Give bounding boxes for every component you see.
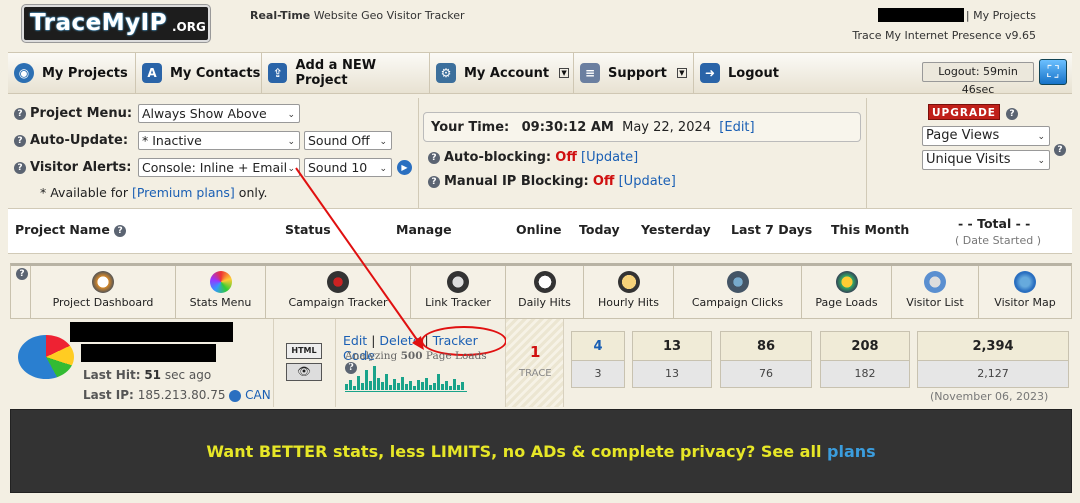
upgrade-banner: Want BETTER stats, less LIMITS, no ADs &… (10, 409, 1072, 493)
plans-link[interactable]: plans (827, 442, 876, 461)
